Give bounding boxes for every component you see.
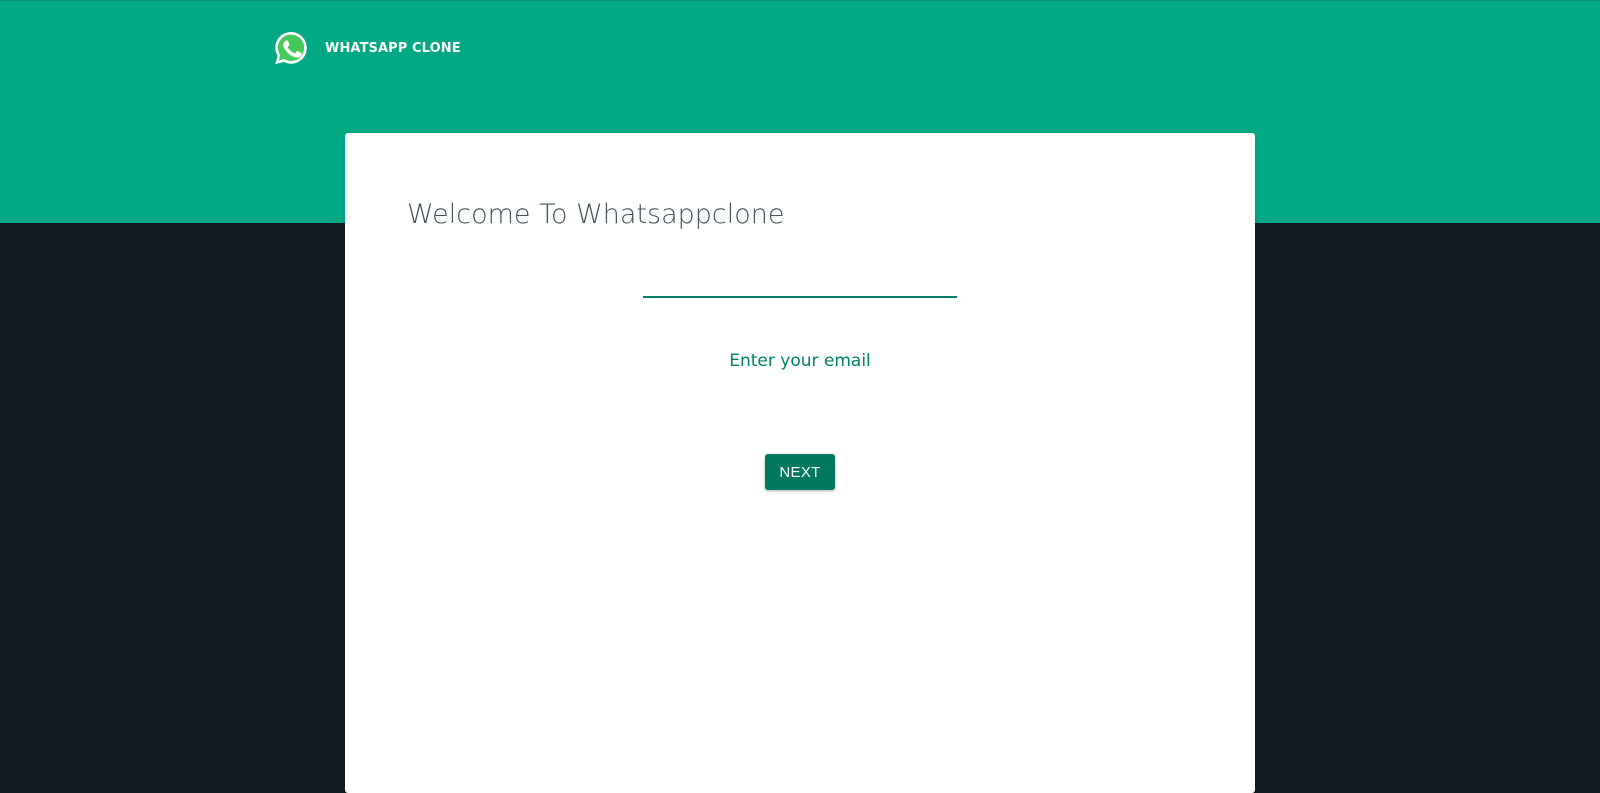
login-card: Welcome To Whatsappclone Enter your emai… (345, 133, 1255, 793)
email-label: Enter your email (729, 351, 871, 371)
brand-name: WHATSAPP CLONE (325, 40, 461, 56)
next-button[interactable]: NEXT (765, 454, 835, 490)
email-input[interactable] (643, 264, 957, 298)
brand: WHATSAPP CLONE (272, 29, 461, 67)
whatsapp-logo-icon (275, 32, 307, 65)
welcome-title: Welcome To Whatsappclone (407, 199, 785, 230)
